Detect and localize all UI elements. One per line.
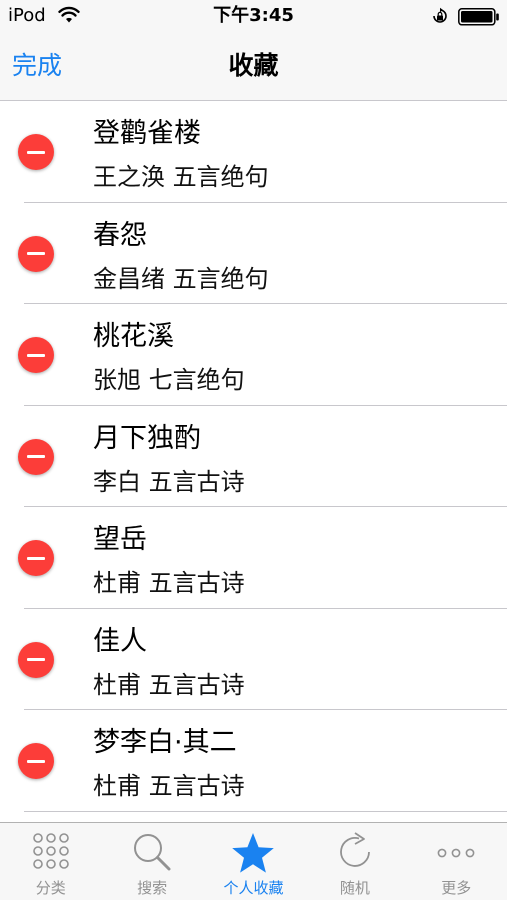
row-divider: [24, 810, 507, 812]
poem-title: 佳人: [93, 625, 147, 657]
poem-title: 望岳: [93, 524, 147, 555]
star-icon: [232, 833, 275, 873]
tab-label: 更多: [441, 879, 472, 897]
poem-title: 月下独酌: [93, 422, 201, 454]
tab-label: 搜索: [137, 879, 168, 897]
list-item[interactable]: 月下独酌 李白 五言古诗: [0, 406, 507, 507]
status-bar: iPod 下午3:45: [0, 0, 507, 34]
poem-title: 登鹳雀楼: [93, 118, 201, 149]
delete-icon[interactable]: [18, 235, 54, 272]
tab-random[interactable]: 随机: [304, 823, 405, 900]
more-icon: [437, 848, 475, 858]
poem-subtitle: 李白 五言古诗: [93, 467, 245, 496]
navigation-bar: 完成 收藏: [0, 34, 507, 101]
tab-label: 个人收藏: [223, 879, 284, 897]
poem-subtitle: 张旭 七言绝句: [93, 366, 245, 394]
list-item[interactable]: 望岳 杜甫 五言古诗: [0, 507, 507, 609]
delete-icon[interactable]: [18, 134, 54, 170]
list-item[interactable]: 春怨 金昌绪 五言绝句: [0, 203, 507, 304]
tab-category[interactable]: 分类: [0, 823, 101, 900]
favorites-list: 登鹳雀楼 王之涣 五言绝句 春怨 金昌绪 五言绝句 桃花溪 张旭 七言绝句 月下…: [0, 101, 507, 812]
delete-icon[interactable]: [18, 438, 54, 475]
orientation-lock-icon: [433, 7, 447, 23]
tab-more[interactable]: 更多: [406, 823, 507, 900]
tab-bar: 分类 搜索 个人收藏 随机 更多: [0, 822, 507, 900]
poem-title: 桃花溪: [93, 321, 174, 352]
tab-label: 分类: [35, 879, 66, 897]
refresh-icon: [340, 832, 370, 867]
delete-icon[interactable]: [18, 337, 54, 373]
poem-title: 梦李白·其二: [93, 727, 237, 758]
search-icon: [134, 834, 171, 871]
poem-title: 春怨: [93, 219, 147, 251]
list-item[interactable]: 梦李白·其二 杜甫 五言古诗: [0, 710, 507, 812]
list-item[interactable]: 桃花溪 张旭 七言绝句: [0, 304, 507, 406]
delete-icon[interactable]: [18, 641, 54, 678]
poem-subtitle: 杜甫 五言古诗: [93, 670, 245, 699]
tab-favorites[interactable]: 个人收藏: [203, 823, 304, 900]
battery-icon: [458, 8, 499, 26]
list-item[interactable]: 佳人 杜甫 五言古诗: [0, 609, 507, 710]
page-title: 收藏: [228, 51, 279, 80]
poem-subtitle: 杜甫 五言古诗: [93, 569, 245, 597]
delete-icon[interactable]: [18, 540, 54, 576]
tab-search[interactable]: 搜索: [101, 823, 202, 900]
tab-label: 随机: [339, 879, 370, 897]
poem-subtitle: 杜甫 五言古诗: [93, 772, 245, 800]
grid-icon: [32, 833, 69, 869]
delete-icon[interactable]: [18, 743, 54, 779]
poem-subtitle: 金昌绪 五言绝句: [93, 264, 269, 293]
poem-subtitle: 王之涣 五言绝句: [93, 163, 269, 191]
list-item[interactable]: 登鹳雀楼 王之涣 五言绝句: [0, 101, 507, 203]
